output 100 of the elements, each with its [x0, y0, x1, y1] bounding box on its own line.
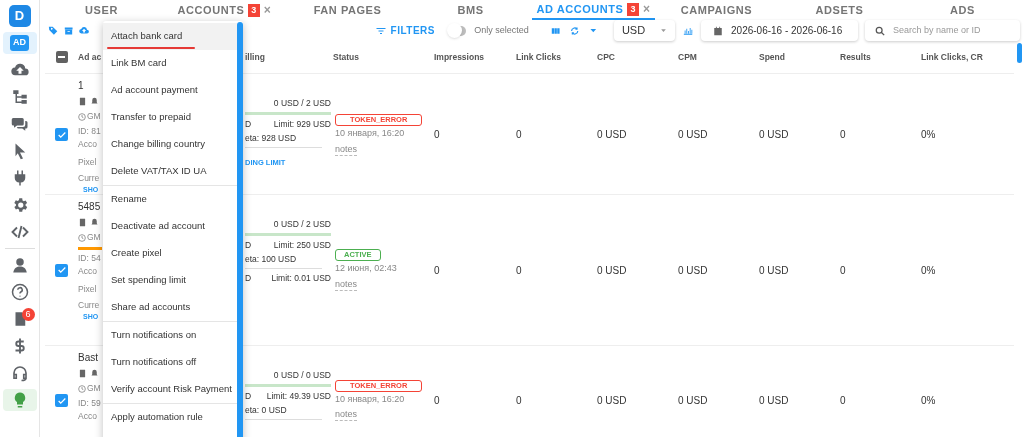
book-icon — [78, 369, 87, 378]
toggle-switch[interactable] — [449, 25, 467, 36]
tab[interactable]: FAN PAGES — [286, 0, 409, 20]
refresh-icon[interactable] — [570, 24, 580, 37]
menu-item[interactable]: Create pixel — [103, 240, 237, 267]
bell-icon — [90, 97, 99, 106]
meta-text: eta: 0 USD — [245, 404, 288, 417]
archive-icon[interactable] — [64, 24, 74, 37]
account-id: ID: 59 — [78, 397, 102, 410]
column-header: Status — [333, 50, 360, 64]
menu-item[interactable]: Link BM card — [103, 50, 237, 77]
close-button[interactable]: × — [263, 1, 272, 19]
row-checkbox[interactable] — [55, 128, 68, 142]
clock-icon — [78, 384, 86, 393]
menu-item[interactable]: Rename — [103, 186, 237, 213]
menu-item[interactable]: Turn notifications off — [103, 349, 237, 376]
tab-label: FAN PAGES — [313, 2, 382, 18]
caret-down-icon — [659, 27, 667, 34]
date-text: 10 января, 16:20 — [335, 127, 405, 140]
menu-item[interactable]: Verify account Risk Payment — [103, 376, 237, 403]
scrollbar-thumb[interactable] — [1017, 43, 1022, 63]
search-field[interactable]: Search by name or ID — [865, 20, 1020, 41]
book-icon — [78, 97, 87, 106]
meta-text: eta: 928 USD — [245, 132, 298, 145]
tab[interactable]: CAMPAIGNS — [655, 0, 778, 20]
column-header: Ad ac — [78, 50, 103, 64]
notes-link[interactable]: notes — [335, 409, 358, 422]
tab[interactable]: ADSETS — [778, 0, 901, 20]
currency-text: Curre — [78, 172, 101, 185]
metric-cell-text: 0 — [840, 394, 847, 408]
bell-icon — [90, 218, 99, 227]
menu-scrollbar[interactable] — [237, 22, 243, 437]
account-name: 5485 — [78, 201, 102, 213]
column-header: Impressions — [434, 50, 486, 64]
menu-item[interactable]: Set spending limit — [103, 267, 237, 294]
app-logo[interactable]: D — [8, 5, 31, 27]
checkmark-icon — [56, 129, 67, 140]
menu-item[interactable]: Share ad accounts — [103, 294, 237, 321]
tab[interactable]: ADS — [901, 0, 1024, 20]
calendar-icon — [713, 25, 723, 36]
column-header: CPM — [678, 50, 698, 64]
spent-text: 0 USD / 2 USD — [273, 97, 331, 110]
timezone-text: GM — [87, 110, 101, 123]
tab-label: AD ACCOUNTS — [536, 1, 624, 17]
close-button[interactable]: × — [642, 0, 651, 18]
metric-cell-text: 0 USD — [759, 394, 790, 408]
currency-fragment: D — [245, 118, 252, 131]
account-name: Bast — [78, 352, 99, 364]
toggle-label: Only selected — [474, 23, 529, 37]
menu-item[interactable]: Deactivate ad account — [103, 213, 237, 240]
notes-link[interactable]: notes — [335, 278, 358, 291]
sidebar-item[interactable] — [2, 389, 37, 411]
spent-text: 0 USD / 2 USD — [273, 218, 331, 231]
metric-cell-text: 0 — [516, 128, 523, 143]
checkmark-icon — [56, 395, 67, 406]
row-checkbox[interactable] — [55, 394, 68, 407]
date-text: 12 июня, 02:43 — [335, 262, 397, 276]
date-range-field[interactable]: 2026-06-16 - 2026-06-16 — [701, 20, 858, 41]
menu-item[interactable]: Delete VAT/TAX ID UA — [103, 158, 237, 185]
menu-item[interactable]: Ad account payment — [103, 77, 237, 104]
search-icon — [875, 25, 885, 36]
search-input[interactable]: Search by name or ID — [893, 23, 1010, 38]
metric-cell-text: 0 USD — [597, 128, 628, 143]
metric-cell-text: 0 — [840, 263, 847, 278]
select-all-checkbox[interactable] — [55, 51, 68, 63]
tab[interactable]: ACCOUNTS 3 × — [163, 0, 286, 20]
tab-label: BMS — [457, 2, 484, 18]
timezone-text: GM — [87, 382, 101, 395]
sidebar-tab[interactable]: AD — [2, 32, 37, 54]
tab[interactable]: BMS — [409, 0, 532, 20]
limit-text: Limit: 0.01 USD — [271, 272, 331, 285]
column-header: Link Clicks — [516, 50, 562, 64]
tab[interactable]: AD ACCOUNTS 3 × — [532, 0, 655, 20]
menu-item[interactable]: Change billing country — [103, 131, 237, 158]
metric-cell-text: 0 — [434, 394, 441, 408]
account-name: 1 — [78, 80, 85, 92]
currency-select[interactable]: USD — [613, 20, 675, 41]
currency-fragment: D — [245, 390, 252, 403]
metric-cell-text: 0 — [434, 263, 441, 278]
account-id: ID: 54 — [78, 252, 102, 265]
menu-item[interactable]: Apply automation rule — [103, 404, 237, 431]
tab[interactable]: USER — [40, 0, 163, 20]
headset-icon — [10, 364, 29, 382]
menu-item[interactable]: Transfer to prepaid — [103, 104, 237, 131]
row-checkbox[interactable] — [55, 263, 68, 277]
metric-cell-text: 0 — [434, 128, 441, 143]
column-header: Results — [840, 50, 872, 64]
tab-label: ADSETS — [815, 2, 864, 18]
menu-item[interactable]: Attach bank card — [103, 23, 237, 50]
sidebar-item[interactable]: 6 — [2, 308, 37, 330]
tag-icon[interactable] — [48, 24, 59, 37]
filters-button[interactable]: FILTERS — [374, 23, 435, 38]
limit-text: Limit: 250 USD — [273, 239, 331, 252]
notes-link[interactable]: notes — [335, 143, 358, 156]
code-icon — [10, 223, 29, 241]
menu-item[interactable]: Turn notifications on — [103, 322, 237, 349]
metric-cell-text: 0% — [921, 263, 937, 278]
limit-text: Limit: 49.39 USD — [266, 390, 331, 403]
help-icon — [10, 283, 29, 301]
metric-cell-text: 0 — [840, 128, 847, 143]
